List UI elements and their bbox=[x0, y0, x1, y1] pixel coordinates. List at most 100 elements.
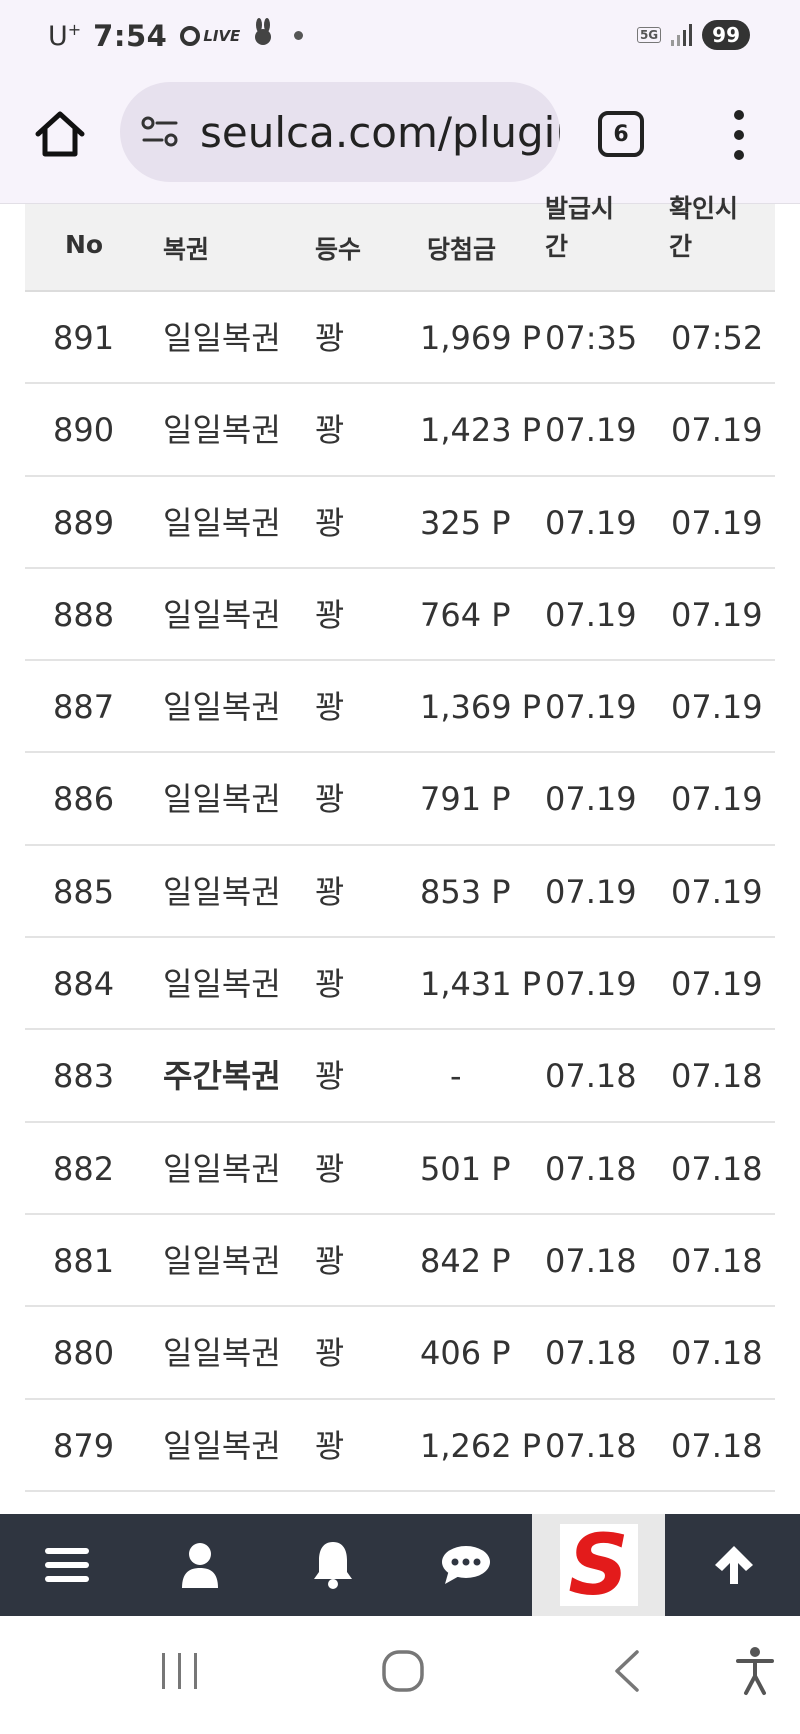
url-text[interactable]: seulca.com/plugin bbox=[200, 108, 560, 157]
row-grade: 꽝 bbox=[315, 503, 345, 542]
row-check-time: 07.18 bbox=[671, 1149, 763, 1188]
row-check-time: 07.19 bbox=[671, 503, 763, 542]
table-row: 880 일일복권 꽝 406 P 07.18 07.18 bbox=[25, 1307, 775, 1400]
live-label: LIVE bbox=[203, 26, 241, 45]
carrier-label: U+ bbox=[48, 19, 82, 52]
row-lottery-type: 일일복권 bbox=[163, 319, 281, 357]
row-grade: 꽝 bbox=[315, 1334, 345, 1373]
row-check-time: 07.19 bbox=[671, 965, 763, 1004]
row-grade: 꽝 bbox=[315, 780, 345, 819]
scroll-top-button[interactable] bbox=[667, 1514, 800, 1616]
row-no: 888 bbox=[53, 595, 115, 634]
row-lottery-type: 일일복권 bbox=[163, 411, 281, 450]
header-no: No bbox=[65, 230, 104, 259]
header-grade: 등수 bbox=[315, 235, 362, 264]
accessibility-button[interactable] bbox=[720, 1636, 790, 1706]
row-issue-time: 07.18 bbox=[545, 1334, 637, 1373]
row-prize: 1,431 P bbox=[420, 965, 542, 1004]
chat-button[interactable] bbox=[399, 1514, 532, 1616]
home-icon bbox=[35, 111, 85, 157]
row-grade: 꽝 bbox=[315, 1241, 345, 1280]
table-header: No 복권 등수 당첨금 발급시간 확인시간 bbox=[25, 194, 775, 292]
header-check-time: 확인시간 bbox=[669, 194, 739, 261]
recent-apps-icon bbox=[162, 1653, 197, 1689]
row-issue-time: 07.19 bbox=[545, 965, 637, 1004]
browser-toolbar: seulca.com/plugin 6 bbox=[0, 76, 800, 204]
site-settings-icon[interactable] bbox=[140, 114, 180, 150]
row-issue-time: 07.19 bbox=[545, 688, 637, 727]
table-row: 884 일일복권 꽝 1,431 P 07.19 07.19 bbox=[25, 938, 775, 1031]
table-row: 890 일일복권 꽝 1,423 P 07.19 07.19 bbox=[25, 384, 775, 477]
row-no: 880 bbox=[53, 1334, 115, 1373]
back-button[interactable] bbox=[592, 1636, 662, 1706]
row-lottery-type: 일일복권 bbox=[163, 872, 281, 911]
row-check-time: 07.18 bbox=[671, 1426, 763, 1465]
back-icon bbox=[615, 1650, 639, 1692]
row-prize: 406 P bbox=[420, 1334, 511, 1373]
row-prize: - bbox=[450, 1057, 462, 1096]
table-row: 881 일일복권 꽝 842 P 07.18 07.18 bbox=[25, 1215, 775, 1308]
row-grade: 꽝 bbox=[315, 1149, 345, 1188]
table-row: 886 일일복권 꽝 791 P 07.19 07.19 bbox=[25, 753, 775, 846]
table-body: 891 일일복권 꽝 1,969 P 07:35 07:52 890 일일복권 꽝 1,423 P… bbox=[25, 292, 775, 1492]
notifications-button[interactable] bbox=[266, 1514, 399, 1616]
row-issue-time: 07.18 bbox=[545, 1057, 637, 1096]
row-lottery-type: 주간복권 bbox=[163, 1057, 281, 1096]
row-lottery-type: 일일복권 bbox=[163, 780, 281, 819]
row-issue-time: 07.19 bbox=[545, 503, 637, 542]
header-type: 복권 bbox=[163, 235, 210, 264]
table-row: 885 일일복권 꽝 853 P 07.19 07.19 bbox=[25, 846, 775, 939]
user-button[interactable] bbox=[133, 1514, 266, 1616]
header-issue-time: 발급시간 bbox=[545, 194, 615, 261]
row-check-time: 07.18 bbox=[671, 1241, 763, 1280]
user-icon bbox=[181, 1543, 218, 1588]
row-check-time: 07.19 bbox=[671, 688, 763, 727]
table-row: 882 일일복권 꽝 501 P 07.18 07.18 bbox=[25, 1123, 775, 1215]
row-grade: 꽝 bbox=[315, 319, 345, 357]
home-system-button[interactable] bbox=[368, 1636, 438, 1706]
row-prize: 842 P bbox=[420, 1241, 511, 1280]
row-no: 885 bbox=[53, 872, 115, 911]
table-row: 891 일일복권 꽝 1,969 P 07:35 07:52 bbox=[25, 292, 775, 385]
row-check-time: 07.19 bbox=[671, 780, 763, 819]
recent-apps-button[interactable] bbox=[145, 1636, 215, 1706]
chat-icon bbox=[441, 1546, 490, 1584]
more-menu-button[interactable] bbox=[726, 110, 752, 160]
row-check-time: 07.19 bbox=[671, 872, 763, 911]
row-no: 886 bbox=[53, 780, 115, 819]
table-row: 887 일일복권 꽝 1,369 P 07.19 07.19 bbox=[25, 661, 775, 754]
site-logo-button[interactable]: S bbox=[532, 1514, 665, 1616]
row-prize: 764 P bbox=[420, 595, 511, 634]
row-prize: 1,369 P bbox=[420, 688, 542, 727]
tab-switcher-button[interactable]: 6 bbox=[598, 111, 644, 157]
network-5g-icon: 5G bbox=[636, 27, 662, 43]
dot bbox=[734, 150, 744, 160]
signal-icon bbox=[671, 24, 693, 46]
rabbit-icon bbox=[252, 18, 274, 53]
menu-icon bbox=[44, 1548, 89, 1582]
row-no: 883 bbox=[53, 1057, 115, 1096]
table-row: 883 주간복권 꽝 - 07.18 07.18 bbox=[25, 1030, 775, 1123]
status-right: 5G 99 bbox=[636, 20, 750, 50]
row-grade: 꽝 bbox=[315, 688, 345, 727]
row-grade: 꽝 bbox=[315, 411, 345, 450]
row-no: 882 bbox=[53, 1149, 115, 1188]
accessibility-icon bbox=[736, 1647, 774, 1695]
row-issue-time: 07.18 bbox=[545, 1241, 637, 1280]
site-logo: S bbox=[559, 1523, 638, 1607]
address-bar[interactable]: seulca.com/plugin bbox=[120, 82, 560, 182]
system-navigation-bar bbox=[0, 1616, 800, 1734]
table-row: 879 일일복권 꽝 1,262 P 07.18 07.18 bbox=[25, 1400, 775, 1492]
menu-button[interactable] bbox=[0, 1514, 133, 1616]
row-issue-time: 07.19 bbox=[545, 411, 637, 450]
row-grade: 꽝 bbox=[315, 1057, 345, 1096]
row-check-time: 07.18 bbox=[671, 1334, 763, 1373]
row-lottery-type: 일일복권 bbox=[163, 1241, 281, 1280]
row-issue-time: 07.18 bbox=[545, 1426, 637, 1465]
home-button[interactable] bbox=[32, 106, 88, 162]
row-check-time: 07.19 bbox=[671, 595, 763, 634]
row-check-time: 07:52 bbox=[671, 319, 764, 357]
row-check-time: 07.19 bbox=[671, 411, 763, 450]
row-prize: 501 P bbox=[420, 1149, 511, 1188]
dot bbox=[734, 130, 744, 140]
